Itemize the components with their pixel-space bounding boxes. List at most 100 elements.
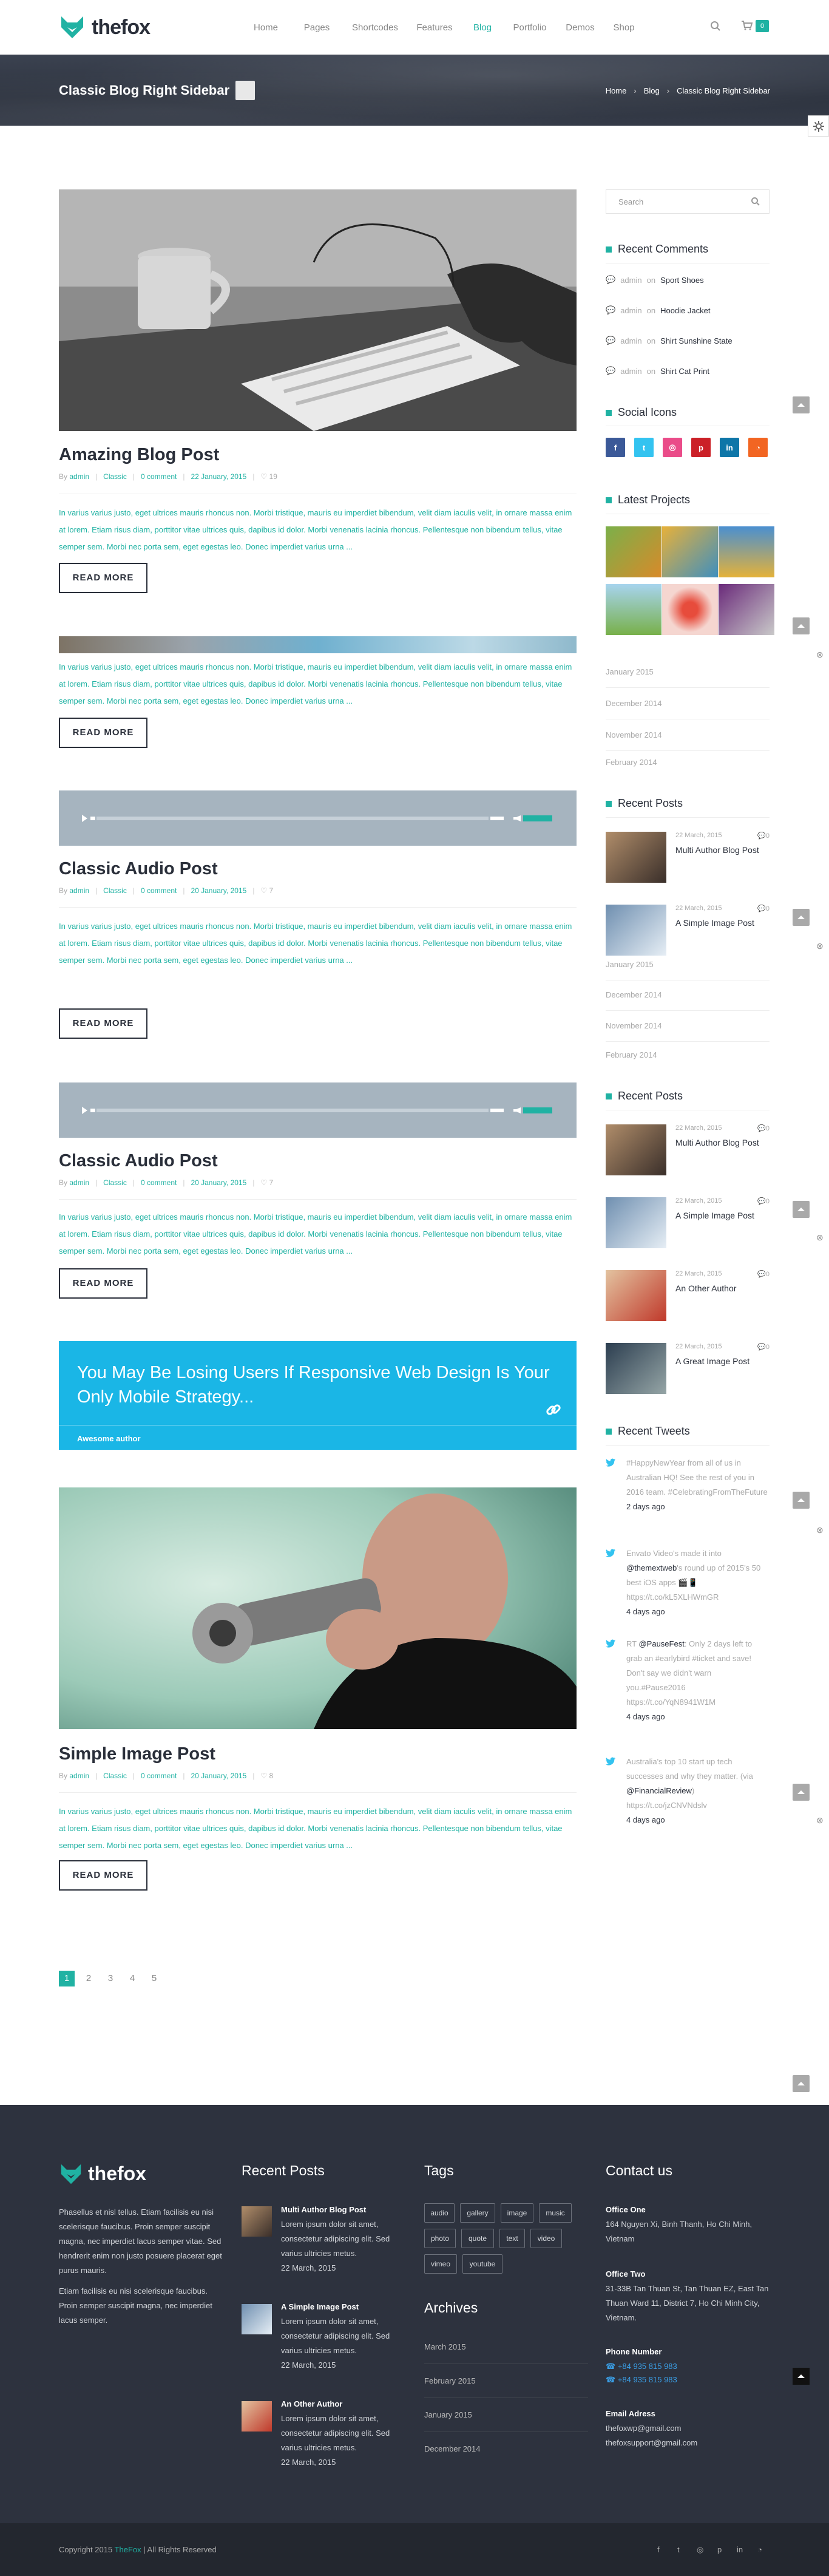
comment-item[interactable]: 💬 admin on Shirt Cat Print [606,366,709,376]
heart-icon[interactable]: ♡ 8 [260,1772,273,1780]
post-title[interactable]: Classic Audio Post [59,1151,218,1171]
comment-item[interactable]: 💬 admin on Hoodie Jacket [606,305,710,315]
archive-link[interactable]: January 2015 [606,656,770,688]
email-link[interactable]: thefoxwp@gmail.com [606,2421,681,2436]
archive-link[interactable]: January 2015 [606,949,770,980]
search-icon[interactable] [710,21,721,32]
read-more-button[interactable]: READ MORE [59,718,147,748]
comment-item[interactable]: 💬 admin on Sport Shoes [606,275,704,285]
post-image-keyboard[interactable] [59,189,577,431]
nav-shortcodes[interactable]: Shortcodes [351,22,399,33]
meta-category[interactable]: Classic [103,1178,127,1187]
tag-photo[interactable]: photo [424,2229,456,2248]
meta-comments[interactable]: 0 comment [141,886,177,895]
project-thumbnail[interactable] [719,526,774,577]
footer-logo[interactable]: thefox [59,2163,146,2185]
linkedin-icon[interactable]: in [720,438,739,457]
comment-item[interactable]: 💬 admin on Shirt Sunshine State [606,336,733,345]
footer-post-title[interactable]: A Simple Image Post [281,2300,359,2314]
scroll-up-icon[interactable] [793,2075,810,2092]
audio-progress-bar[interactable] [96,817,489,820]
archive-link[interactable]: February 2014 [606,747,770,778]
tag-music[interactable]: music [539,2203,572,2223]
post-title[interactable]: Classic Audio Post [59,859,218,879]
play-icon[interactable] [82,815,87,822]
footer-archive-link[interactable]: March 2015 [424,2330,588,2364]
post-image-man[interactable] [59,1487,577,1729]
nav-pages[interactable]: Pages [299,22,335,33]
page-5[interactable]: 5 [146,1971,162,1986]
tag-image[interactable]: image [501,2203,533,2223]
volume-slider[interactable] [523,815,552,821]
page-2[interactable]: 2 [81,1971,96,1986]
scroll-up-icon[interactable] [793,1201,810,1218]
pinterest-icon[interactable]: p [691,438,711,457]
footer-archive-link[interactable]: January 2015 [424,2398,588,2432]
footer-post-thumbnail[interactable] [242,2304,272,2334]
play-icon[interactable] [82,1107,87,1114]
tag-vimeo[interactable]: vimeo [424,2254,457,2274]
page-1[interactable]: 1 [59,1971,75,1986]
tag-audio[interactable]: audio [424,2203,455,2223]
glasses-icon[interactable]: ⊗ [816,1232,828,1242]
heart-icon[interactable]: ♡ 7 [260,1178,273,1187]
link-icon[interactable] [544,1401,563,1419]
meta-comments[interactable]: 0 comment [141,1178,177,1187]
glasses-icon[interactable]: ⊗ [816,1525,828,1535]
recent-post-item[interactable]: 22 March, 2015 💬0 Multi Author Blog Post [606,1124,770,1175]
project-thumbnail[interactable] [606,526,662,577]
sidebar-search-input[interactable]: Search [606,189,770,214]
scroll-up-icon[interactable] [793,617,810,634]
meta-category[interactable]: Classic [103,1772,127,1780]
cart-count-badge[interactable]: 0 [756,20,769,32]
rss-icon[interactable]: ◔ [757,2545,762,2554]
read-more-button[interactable]: READ MORE [59,1008,147,1039]
archive-link[interactable]: December 2014 [606,688,770,719]
post-title[interactable]: Simple Image Post [59,1744,215,1764]
page-4[interactable]: 4 [124,1971,140,1986]
breadcrumb-home[interactable]: Home [606,86,627,95]
archive-link[interactable]: December 2014 [606,979,770,1011]
pinterest-icon[interactable]: p [717,2545,722,2554]
nav-features[interactable]: Features [415,22,454,33]
logo[interactable]: thefox [59,13,151,41]
archive-link[interactable]: February 2014 [606,1039,770,1071]
glasses-icon[interactable]: ⊗ [816,941,828,951]
email-link[interactable]: thefoxsupport@gmail.com [606,2436,697,2450]
footer-post-thumbnail[interactable] [242,2401,272,2432]
volume-slider[interactable] [523,1107,552,1113]
dribbble-icon[interactable]: ◎ [697,2545,703,2555]
search-icon[interactable] [751,197,760,206]
heart-icon[interactable]: ♡ 19 [260,472,277,481]
tag-gallery[interactable]: gallery [460,2203,495,2223]
meta-author-link[interactable]: admin [69,886,89,895]
tag-text[interactable]: text [499,2229,525,2248]
rss-icon[interactable]: ◔ [748,438,768,457]
copyright-brand-link[interactable]: TheFox [115,2545,141,2554]
phone-number[interactable]: ☎ +84 935 815 983 [606,2359,677,2374]
tag-youtube[interactable]: youtube [462,2254,502,2274]
post-title[interactable]: Amazing Blog Post [59,445,219,465]
recent-post-item[interactable]: 22 March, 2015 💬0 An Other Author [606,1270,770,1321]
meta-comments[interactable]: 0 comment [141,1772,177,1780]
breadcrumb-blog[interactable]: Blog [644,86,660,95]
cart-icon[interactable] [741,20,753,31]
audio-player[interactable] [59,790,577,846]
twitter-icon[interactable]: t [677,2545,680,2554]
project-thumbnail[interactable] [662,584,718,635]
back-to-top-button[interactable] [793,2368,810,2385]
quote-text[interactable]: You May Be Losing Users If Responsive We… [77,1361,563,1409]
meta-author-link[interactable]: admin [69,1772,89,1780]
meta-category[interactable]: Classic [103,472,127,481]
scroll-up-icon[interactable] [793,396,810,413]
facebook-icon[interactable]: f [657,2545,660,2554]
footer-post-title[interactable]: Multi Author Blog Post [281,2203,366,2217]
read-more-button[interactable]: READ MORE [59,563,147,593]
nav-portfolio[interactable]: Portfolio [511,22,549,33]
recent-post-item[interactable]: 22 March, 2015 💬0 A Simple Image Post [606,905,770,956]
tag-video[interactable]: video [530,2229,562,2248]
nav-demos[interactable]: Demos [564,22,596,33]
recent-post-item[interactable]: 22 March, 2015 💬0 A Great Image Post [606,1343,770,1394]
linkedin-icon[interactable]: in [737,2545,743,2554]
volume-icon[interactable] [513,815,521,821]
